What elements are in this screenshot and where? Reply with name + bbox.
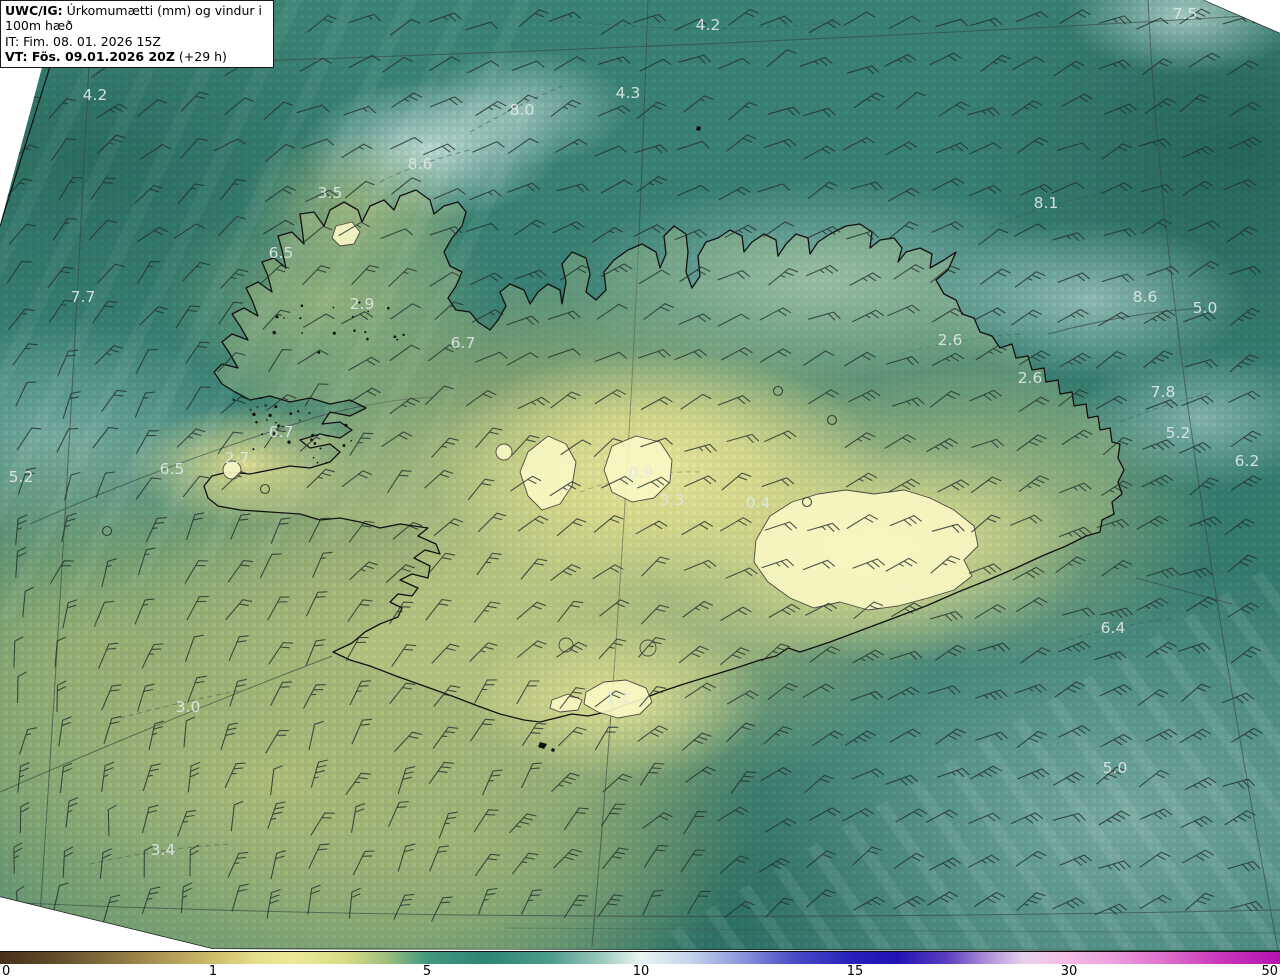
colorbar-tick-15: 15 bbox=[846, 964, 864, 978]
contour-label-6.7: 6.7 bbox=[451, 334, 476, 352]
contour-label-5.2: 5.2 bbox=[1166, 424, 1191, 442]
contour-label-7.5: 7.5 bbox=[1173, 5, 1198, 23]
contour-label-3.5: 3.5 bbox=[318, 184, 343, 202]
contour-label-0.4: 0.4 bbox=[746, 494, 771, 512]
colorbar-tick-5: 5 bbox=[422, 964, 432, 978]
contour-label-8.0: 8.0 bbox=[510, 101, 535, 119]
contour-label-2.7: 2.7 bbox=[225, 449, 250, 467]
colorbar-tick-10: 10 bbox=[632, 964, 650, 978]
title-line-valid: VT: Fös. 09.01.2026 20Z (+29 h) bbox=[5, 48, 227, 64]
title-line-init: IT: Fim. 08. 01. 2026 15Z bbox=[5, 33, 161, 49]
contour-label-8.6: 8.6 bbox=[408, 155, 433, 173]
contour-label-3.0: 3.0 bbox=[176, 698, 201, 716]
weather-map-screenshot: 4.2 4.2 4.3 7.5 8.0 8.6 3.5 8.1 6.5 7.7 2.9 8.6 5.0 2… bbox=[0, 0, 1280, 978]
contour-label-3.3: 3.3 bbox=[660, 491, 685, 509]
contour-label-7.7: 7.7 bbox=[71, 288, 96, 306]
contour-label-7.8: 7.8 bbox=[1151, 383, 1176, 401]
title-line-product: UWC/IG: Úrkomumætti (mm) og vindur i 100… bbox=[5, 3, 267, 34]
product-code: UWC/IG: bbox=[5, 3, 63, 18]
map-canvas: 4.2 4.2 4.3 7.5 8.0 8.6 3.5 8.1 6.5 7.7 2.9 8.6 5.0 2… bbox=[0, 0, 1280, 951]
contour-label-2.9: 2.9 bbox=[350, 295, 375, 313]
contour-label-6.5: 6.5 bbox=[269, 244, 294, 262]
contour-label-3.4: 3.4 bbox=[151, 841, 176, 859]
contour-label-8.6: 8.6 bbox=[1133, 288, 1158, 306]
contour-label-4.2: 4.2 bbox=[696, 16, 721, 34]
contour-label-6.2: 6.2 bbox=[1235, 452, 1260, 470]
colorbar-tick-1: 1 bbox=[208, 964, 218, 978]
contour-label-4.3: 4.3 bbox=[616, 84, 641, 102]
contour-label-2.6: 2.6 bbox=[1018, 369, 1043, 387]
contour-label-1.1: 1.1 bbox=[606, 689, 631, 707]
contour-label-5.0: 5.0 bbox=[1103, 759, 1128, 777]
title-box: UWC/IG: Úrkomumætti (mm) og vindur i 100… bbox=[0, 0, 274, 68]
contour-label-0.9: 0.9 bbox=[629, 464, 654, 482]
contour-label-2.6: 2.6 bbox=[938, 331, 963, 349]
contour-label-6.4: 6.4 bbox=[1101, 619, 1126, 637]
colorbar-tick-50: 50 bbox=[1261, 964, 1278, 978]
map-vector-layer: 4.2 4.2 4.3 7.5 8.0 8.6 3.5 8.1 6.5 7.7 2.9 8.6 5.0 2… bbox=[0, 0, 1280, 951]
contour-label-5.0: 5.0 bbox=[1193, 299, 1218, 317]
colorbar-tick-0: 0 bbox=[2, 964, 11, 978]
contour-label-5.2: 5.2 bbox=[9, 468, 34, 486]
contour-label-6.5: 6.5 bbox=[160, 460, 185, 478]
contour-label-8.1: 8.1 bbox=[1034, 194, 1059, 212]
colorbar-tick-30: 30 bbox=[1060, 964, 1078, 978]
contour-label-4.2: 4.2 bbox=[83, 86, 108, 104]
contour-label-6.7: 6.7 bbox=[269, 423, 294, 441]
colorbar-tick-labels: 0 1 5 10 15 30 50 bbox=[0, 964, 1280, 978]
